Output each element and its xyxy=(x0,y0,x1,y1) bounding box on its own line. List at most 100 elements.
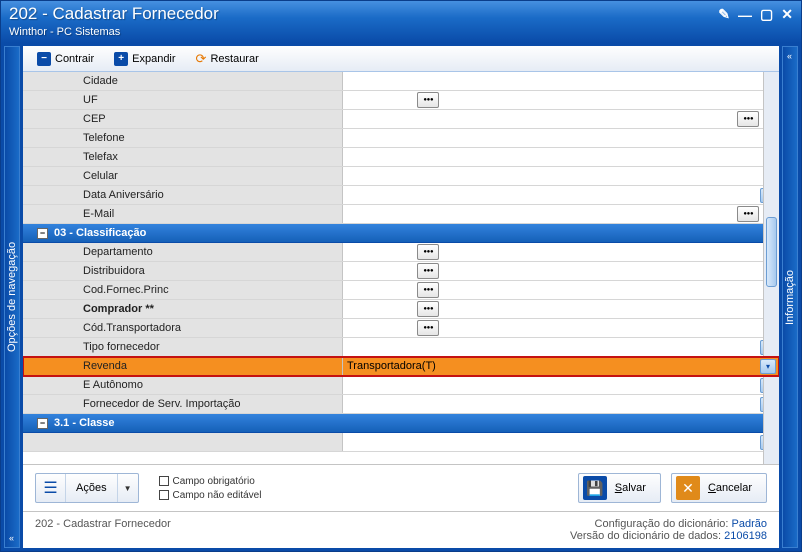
field-value[interactable]: ● ● ● xyxy=(343,91,779,109)
field-value[interactable] xyxy=(343,72,779,90)
field-value[interactable] xyxy=(343,167,779,185)
cancelar-label: Cancelar xyxy=(708,482,752,494)
status-version-value: 2106198 xyxy=(724,530,767,542)
ellipsis-button[interactable]: ● ● ● xyxy=(417,301,439,317)
chevron-down-icon[interactable]: ▾ xyxy=(760,359,776,374)
legend-required: Campo obrigatório xyxy=(173,476,255,487)
contrair-button[interactable]: − Contrair xyxy=(29,50,102,68)
table-row: Cód.Transportadora ● ● ● xyxy=(23,319,779,338)
table-row: E-Mail ● ● ● xyxy=(23,205,779,224)
minimize-icon[interactable]: — xyxy=(738,7,752,23)
contrair-label: Contrair xyxy=(55,53,94,65)
maximize-icon[interactable]: ▢ xyxy=(760,6,773,23)
status-version-label: Versão do dicionário de dados: xyxy=(570,530,721,542)
salvar-label: Salvar xyxy=(615,482,646,494)
table-row: RevendaTransportadora(T)▾ xyxy=(23,357,779,376)
field-value[interactable]: ▾ xyxy=(343,338,779,356)
save-icon: 💾 xyxy=(583,476,607,500)
vertical-scrollbar[interactable] xyxy=(763,72,779,464)
field-value[interactable] xyxy=(343,148,779,166)
field-value[interactable]: ● ● ● xyxy=(343,110,779,128)
plus-icon: + xyxy=(114,52,128,66)
legend-readonly: Campo não editável xyxy=(173,490,262,501)
window-title: 202 - Cadastrar Fornecedor xyxy=(9,4,219,24)
group-classe-label: 3.1 - Classe xyxy=(54,417,115,429)
field-value[interactable]: ● ● ● xyxy=(343,243,779,261)
table-row: Fornecedor de Serv. Importação▾ xyxy=(23,395,779,414)
field-label: Revenda xyxy=(23,357,343,375)
field-value[interactable]: ● ● ● xyxy=(343,262,779,280)
ellipsis-button[interactable]: ● ● ● xyxy=(417,282,439,298)
table-row: Distribuidora● ● ● xyxy=(23,262,779,281)
field-label: E-Mail xyxy=(23,205,343,223)
field-value-text: Transportadora(T) xyxy=(347,360,775,372)
ellipsis-button[interactable]: ● ● ● xyxy=(737,206,759,222)
field-label: Cod.Fornec.Princ xyxy=(23,281,343,299)
field-value[interactable]: ▾ xyxy=(343,186,779,204)
group-classificacao[interactable]: − 03 - Classificação xyxy=(23,224,779,243)
collapse-icon[interactable]: − xyxy=(37,228,48,239)
close-icon[interactable]: ✕ xyxy=(781,6,793,23)
field-value[interactable]: ▾ xyxy=(343,376,779,394)
flame-icon: ⟳ xyxy=(196,51,207,67)
checkbox-empty-icon xyxy=(159,476,169,486)
title-bar: 202 - Cadastrar Fornecedor Winthor - PC … xyxy=(1,1,801,43)
footer-panel: ☰ Ações ▼ Campo obrigatório Campo não ed… xyxy=(23,464,779,511)
ellipsis-button[interactable]: ● ● ● xyxy=(417,92,439,108)
ellipsis-button[interactable]: ● ● ● xyxy=(417,320,439,336)
ellipsis-button[interactable]: ● ● ● xyxy=(417,263,439,279)
table-row: Data Aniversário▾ xyxy=(23,186,779,205)
edit-icon[interactable]: ✎ xyxy=(718,6,730,23)
field-value[interactable]: Transportadora(T)▾ xyxy=(343,357,779,375)
table-row: Telefone xyxy=(23,129,779,148)
group-classificacao-label: 03 - Classificação xyxy=(54,227,146,239)
field-label: UF xyxy=(23,91,343,109)
chevron-left-icon: « xyxy=(9,533,14,543)
table-row: CEP ● ● ● xyxy=(23,110,779,129)
right-panel-tab[interactable]: Informação « xyxy=(782,46,798,548)
ellipsis-button[interactable]: ● ● ● xyxy=(417,244,439,260)
expandir-button[interactable]: + Expandir xyxy=(106,50,183,68)
cancelar-button[interactable]: ✕ Cancelar xyxy=(671,473,767,503)
collapse-icon[interactable]: − xyxy=(37,418,48,429)
scroll-thumb[interactable] xyxy=(766,217,777,287)
checkbox-empty-icon xyxy=(159,490,169,500)
field-label: Cód.Transportadora xyxy=(23,319,343,337)
status-left: 202 - Cadastrar Fornecedor xyxy=(35,518,171,542)
field-label: Fornecedor de Serv. Importação xyxy=(23,395,343,413)
field-value[interactable]: ● ● ● xyxy=(343,205,779,223)
field-label: Telefone xyxy=(23,129,343,147)
table-row: Tipo fornecedor▾ xyxy=(23,338,779,357)
field-label: Departamento xyxy=(23,243,343,261)
table-row: Departamento ● ● ● xyxy=(23,243,779,262)
group-classe[interactable]: − 3.1 - Classe xyxy=(23,414,779,433)
table-row: Comprador ** ● ● ● xyxy=(23,300,779,319)
acoes-button[interactable]: ☰ Ações ▼ xyxy=(35,473,139,503)
property-grid: CidadeUF● ● ●CEP● ● ●TelefoneTelefaxCelu… xyxy=(23,72,779,464)
table-row: E Autônomo▾ xyxy=(23,376,779,395)
status-bar: 202 - Cadastrar Fornecedor Configuração … xyxy=(23,511,779,548)
restaurar-label: Restaurar xyxy=(210,53,258,65)
options-icon: ☰ xyxy=(36,474,66,502)
ellipsis-button[interactable]: ● ● ● xyxy=(737,111,759,127)
field-label: Comprador ** xyxy=(23,300,343,318)
cancel-icon: ✕ xyxy=(676,476,700,500)
left-panel-label: Opções de navegação xyxy=(6,242,18,352)
field-value[interactable]: ● ● ● xyxy=(343,319,779,337)
field-value[interactable]: ▾ xyxy=(343,395,779,413)
right-panel-label: Informação xyxy=(784,269,796,324)
salvar-button[interactable]: 💾 Salvar xyxy=(578,473,661,503)
field-label: Cidade xyxy=(23,72,343,90)
field-value[interactable]: ● ● ● xyxy=(343,300,779,318)
field-value[interactable] xyxy=(343,129,779,147)
chevron-right-icon: « xyxy=(787,51,792,61)
left-panel-tab[interactable]: « Opções de navegação xyxy=(4,46,20,548)
table-row: Cidade xyxy=(23,72,779,91)
field-label: CEP xyxy=(23,110,343,128)
field-value[interactable]: ● ● ● xyxy=(343,281,779,299)
status-config-value: Padrão xyxy=(732,518,767,530)
restaurar-button[interactable]: ⟳ Restaurar xyxy=(188,49,267,69)
window-subtitle: Winthor - PC Sistemas xyxy=(9,26,219,38)
table-row: Celular xyxy=(23,167,779,186)
status-config-label: Configuração do dicionário: xyxy=(595,518,729,530)
